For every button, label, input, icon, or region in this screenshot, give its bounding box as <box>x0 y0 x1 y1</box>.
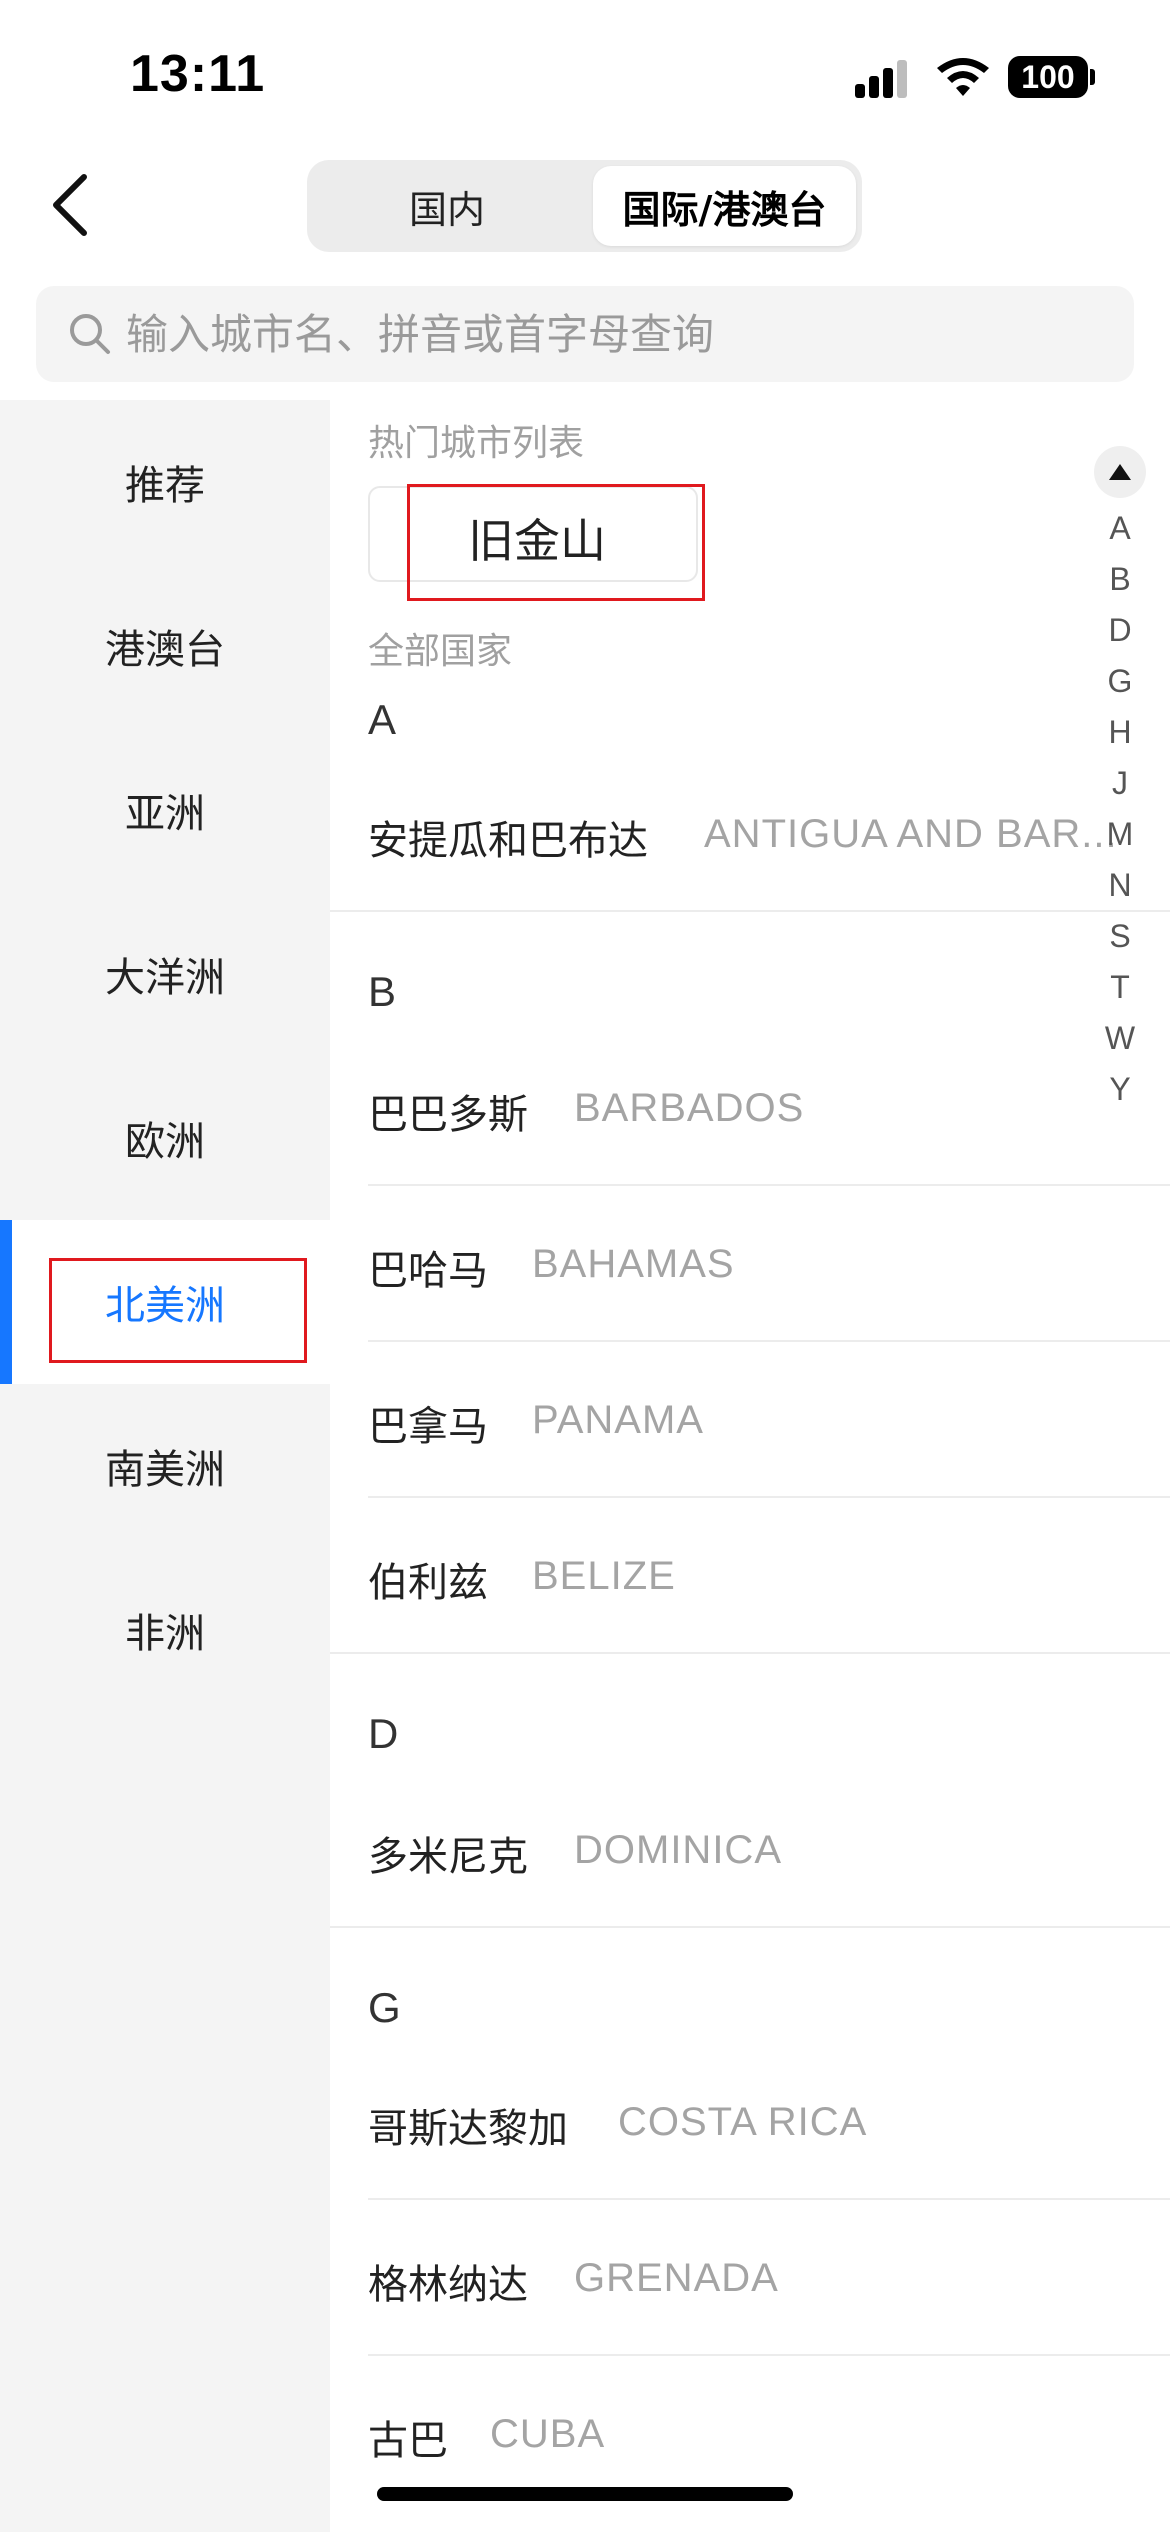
country-name-cn: 伯利兹 <box>368 1560 488 1606</box>
chevron-left-icon <box>53 174 87 236</box>
country-name-en: DOMINICA <box>574 1828 782 1872</box>
country-name-cn: 多米尼克 <box>368 1834 528 1880</box>
country-name-en: BELIZE <box>532 1554 676 1598</box>
country-name-cn: 巴哈马 <box>368 1248 488 1294</box>
country-name-cn: 安提瓜和巴布达 <box>368 818 648 864</box>
index-letter-g[interactable]: G <box>1094 663 1146 700</box>
country-name-en: ANTIGUA AND BAR... <box>704 812 1118 856</box>
sidebar-item-oceania[interactable]: 大洋洲 <box>0 892 330 1056</box>
country-row[interactable]: 巴拿马 PANAMA <box>330 1342 1170 1498</box>
index-letter-n[interactable]: N <box>1094 867 1146 904</box>
country-name-cn: 巴巴多斯 <box>368 1092 528 1138</box>
section-divider <box>330 1926 1170 1928</box>
letter-header-a: A <box>368 696 397 743</box>
search-icon <box>70 314 110 354</box>
battery-icon: 100 <box>1008 56 1088 98</box>
index-letter-y[interactable]: Y <box>1094 1071 1146 1108</box>
status-time: 13:11 <box>130 45 266 103</box>
letter-header-d: D <box>368 1710 399 1757</box>
tab-international[interactable]: 国际/港澳台 <box>593 166 856 246</box>
country-name-en: BAHAMAS <box>532 1242 735 1286</box>
section-divider <box>330 910 1170 912</box>
country-name-en: CUBA <box>490 2412 606 2456</box>
highlight-box-north-america <box>49 1258 307 1363</box>
index-letter-a[interactable]: A <box>1094 510 1146 547</box>
country-name-en: PANAMA <box>532 1398 704 1442</box>
continent-sidebar: 推荐 港澳台 亚洲 大洋洲 欧洲 北美洲 南美洲 非洲 <box>0 400 330 2532</box>
index-letter-m[interactable]: M <box>1094 816 1146 853</box>
country-row[interactable]: 巴哈马 BAHAMAS <box>330 1186 1170 1342</box>
country-name-cn: 格林纳达 <box>368 2262 528 2308</box>
home-indicator <box>377 2487 793 2501</box>
letter-header-b: B <box>368 968 397 1015</box>
country-row[interactable]: 哥斯达黎加 COSTA RICA <box>330 2044 1170 2200</box>
index-letter-b[interactable]: B <box>1094 561 1146 598</box>
triangle-up-icon <box>1109 464 1131 480</box>
country-row[interactable]: 伯利兹 BELIZE <box>330 1498 1170 1654</box>
search-bar[interactable] <box>36 286 1134 382</box>
cellular-signal-icon <box>855 58 915 98</box>
country-row[interactable]: 多米尼克 DOMINICA <box>330 1772 1170 1928</box>
country-name-en: BARBADOS <box>574 1086 805 1130</box>
country-name-cn: 古巴 <box>368 2418 448 2464</box>
all-countries-title: 全部国家 <box>368 631 513 672</box>
index-letter-h[interactable]: H <box>1094 714 1146 751</box>
country-name-en: GRENADA <box>574 2256 779 2300</box>
country-name-en: COSTA RICA <box>618 2100 868 2144</box>
country-row[interactable]: 格林纳达 GRENADA <box>330 2200 1170 2356</box>
sidebar-item-asia[interactable]: 亚洲 <box>0 728 330 892</box>
sidebar-item-south-america[interactable]: 南美洲 <box>0 1384 330 1548</box>
wifi-icon <box>937 58 989 96</box>
country-name-cn: 哥斯达黎加 <box>368 2106 568 2152</box>
sidebar-item-hk-macau-taiwan[interactable]: 港澳台 <box>0 564 330 728</box>
battery-tip <box>1090 69 1095 85</box>
country-row[interactable]: 巴巴多斯 BARBADOS <box>330 1030 1170 1186</box>
sidebar-item-europe[interactable]: 欧洲 <box>0 1056 330 1220</box>
highlight-box-san-francisco <box>407 484 705 601</box>
country-row[interactable]: 安提瓜和巴布达 ANTIGUA AND BAR... <box>330 756 1170 912</box>
country-name-cn: 巴拿马 <box>368 1404 488 1450</box>
tab-domestic[interactable]: 国内 <box>313 166 581 246</box>
back-button[interactable] <box>30 165 110 245</box>
index-letter-d[interactable]: D <box>1094 612 1146 649</box>
sidebar-item-recommended[interactable]: 推荐 <box>0 400 330 564</box>
status-bar: 13:11 100 <box>0 0 1170 150</box>
search-input[interactable] <box>126 286 1106 382</box>
letter-header-g: G <box>368 1984 401 2031</box>
index-letter-w[interactable]: W <box>1094 1020 1146 1057</box>
sidebar-item-africa[interactable]: 非洲 <box>0 1548 330 1712</box>
hot-cities-title: 热门城市列表 <box>368 423 585 464</box>
index-letter-s[interactable]: S <box>1094 918 1146 955</box>
index-letter-t[interactable]: T <box>1094 969 1146 1006</box>
index-scroll-top-button[interactable] <box>1094 446 1146 498</box>
region-segmented-control: 国内 国际/港澳台 <box>307 160 862 252</box>
index-letter-j[interactable]: J <box>1094 765 1146 802</box>
section-divider <box>330 1652 1170 1654</box>
